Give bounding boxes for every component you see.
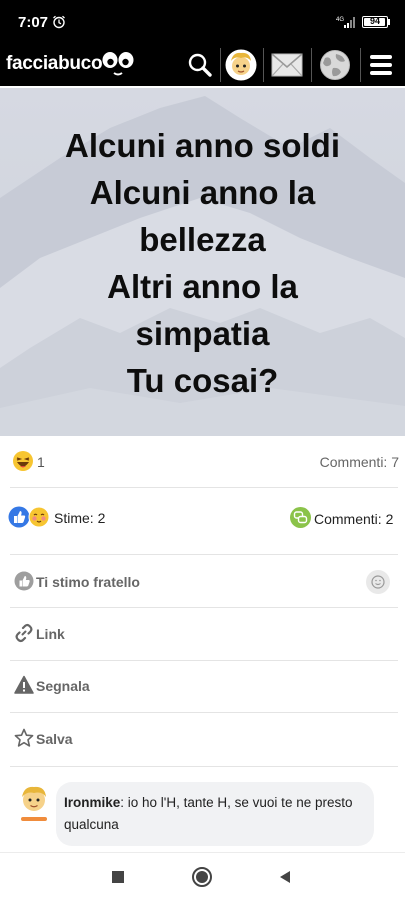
commenti-count[interactable]: Commenti: 2: [314, 511, 393, 527]
link-icon: [15, 623, 33, 643]
reactions-summary: 1 Commenti: 7: [6, 440, 399, 484]
brand-name[interactable]: facciabuco: [6, 53, 103, 75]
post-image[interactable]: Alcuni anno soldi Alcuni anno la bellezz…: [0, 88, 405, 436]
salva-button[interactable]: Salva: [6, 713, 399, 765]
segnala-button[interactable]: Segnala: [6, 660, 399, 712]
emoji-picker-button[interactable]: [366, 570, 390, 594]
thumb-up-icon: [14, 571, 34, 591]
comment-item: Ironmike: io ho l'H, tante H, se vuoi te…: [0, 776, 405, 852]
link-button[interactable]: Link: [6, 608, 399, 660]
link-label: Link: [36, 626, 65, 642]
status-time: 7:07: [18, 14, 49, 31]
messages-button[interactable]: [266, 44, 308, 86]
warning-icon: [14, 675, 34, 694]
back-triangle-icon: [280, 871, 290, 883]
comments-count-link[interactable]: Commenti: 7: [320, 454, 399, 470]
smiley-icon: [371, 575, 385, 589]
ti-stimo-label: Ti stimo fratello: [36, 574, 140, 590]
search-button[interactable]: [182, 44, 218, 86]
segnala-label: Segnala: [36, 678, 90, 694]
signal-icon: 4G: [336, 17, 355, 28]
search-icon: [188, 53, 212, 77]
globe-icon: [320, 50, 350, 80]
laugh-count[interactable]: 1: [37, 454, 45, 470]
stats-row: Stime: 2 Commenti: 2: [6, 492, 399, 544]
post-caption-text: Alcuni anno soldi Alcuni anno la bellezz…: [64, 127, 340, 399]
back-button[interactable]: [273, 865, 297, 889]
status-bar: 7:07 4G 94: [0, 0, 405, 44]
blush-emoji-icon: [28, 506, 50, 528]
square-icon: [112, 871, 124, 883]
comment-author[interactable]: Ironmike: [64, 795, 120, 810]
menu-button[interactable]: [364, 44, 398, 86]
alarm-icon: [53, 15, 65, 29]
home-circle-icon: [192, 867, 212, 887]
recent-apps-button[interactable]: [106, 865, 130, 889]
stime-count[interactable]: Stime: 2: [54, 510, 105, 526]
battery-level: 94: [369, 16, 380, 26]
commenter-avatar[interactable]: [18, 784, 50, 828]
system-nav-bar: [0, 852, 405, 900]
salva-label: Salva: [36, 731, 73, 747]
star-icon: [14, 728, 34, 747]
profile-avatar-button[interactable]: [222, 44, 260, 86]
logo-eyes-icon[interactable]: [101, 49, 135, 79]
home-button[interactable]: [190, 865, 214, 889]
user-avatar: [225, 49, 257, 81]
menu-icon: [370, 55, 392, 75]
battery-icon: 94: [362, 16, 388, 28]
mail-icon: [271, 53, 303, 77]
like-thumb-icon: [8, 506, 30, 528]
comment-text: Ironmike: io ho l'H, tante H, se vuoi te…: [64, 792, 364, 836]
comment-bubble-icon: [290, 507, 311, 528]
svg-text:4G: 4G: [336, 17, 344, 23]
laugh-emoji-icon[interactable]: [12, 450, 34, 472]
ti-stimo-button[interactable]: Ti stimo fratello: [6, 556, 399, 608]
comment-bubble[interactable]: Ironmike: io ho l'H, tante H, se vuoi te…: [56, 782, 374, 846]
app-header: facciabuco: [0, 44, 405, 86]
notifications-globe-button[interactable]: [314, 44, 356, 86]
